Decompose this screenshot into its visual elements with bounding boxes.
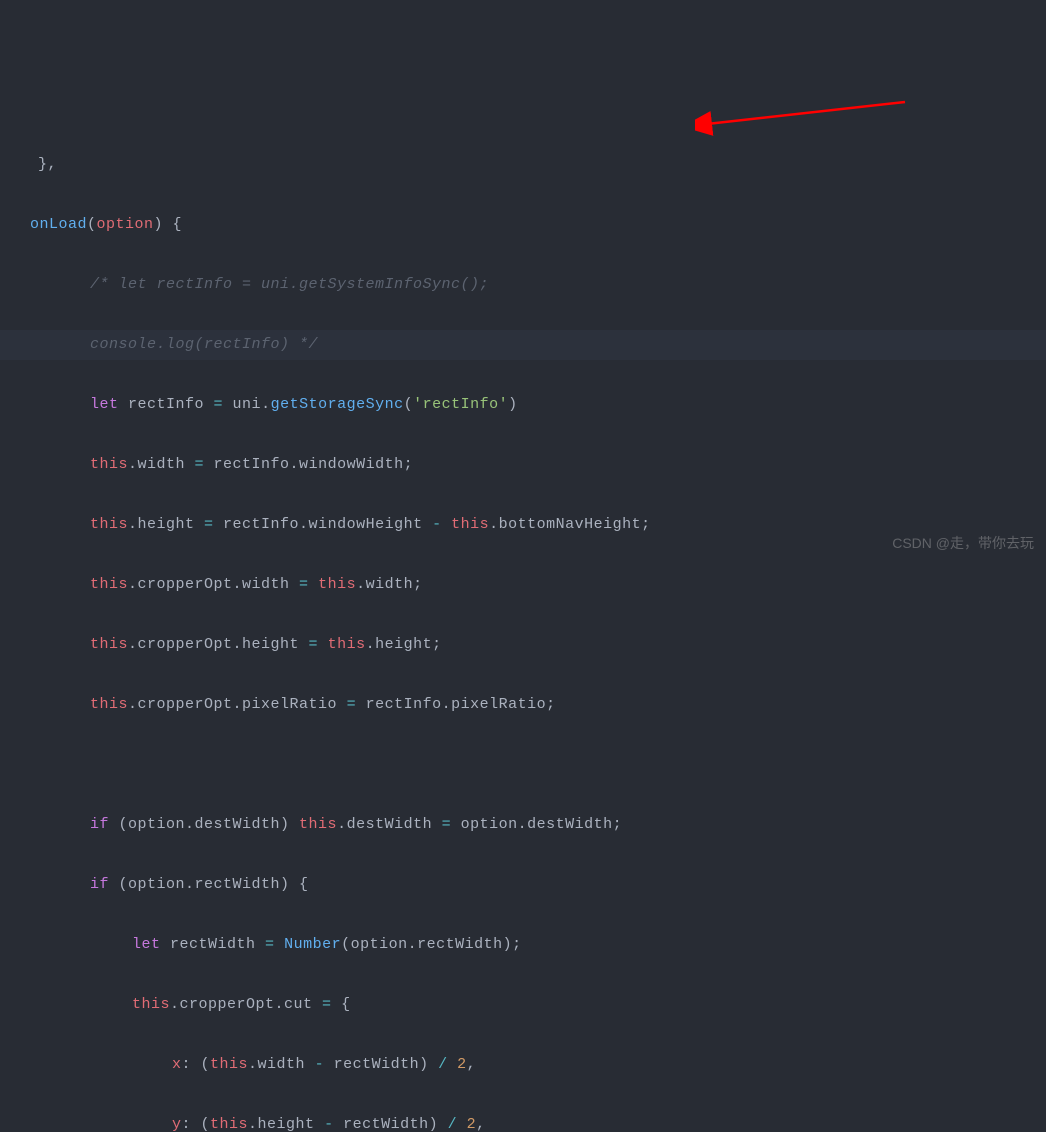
code-line-highlighted: console.log(rectInfo) */ [0, 330, 1046, 360]
code-line: this.cropperOpt.pixelRatio = rectInfo.pi… [0, 690, 1046, 720]
code-line: /* let rectInfo = uni.getSystemInfoSync(… [0, 270, 1046, 300]
code-line: if (option.destWidth) this.destWidth = o… [0, 810, 1046, 840]
code-line: this.width = rectInfo.windowWidth; [0, 450, 1046, 480]
watermark-text: CSDN @走，带你去玩 [892, 528, 1034, 558]
code-line: this.height = rectInfo.windowHeight - th… [0, 510, 1046, 540]
comment: console.log(rectInfo) */ [90, 336, 318, 353]
code-line: this.cropperOpt.width = this.width; [0, 570, 1046, 600]
code-editor[interactable]: }, onLoad(option) { /* let rectInfo = un… [0, 120, 1046, 1132]
code-line: this.cropperOpt.cut = { [0, 990, 1046, 1020]
code-line-blank [0, 750, 1046, 780]
code-line: this.cropperOpt.height = this.height; [0, 630, 1046, 660]
code-line: let rectWidth = Number(option.rectWidth)… [0, 930, 1046, 960]
code-line: y: (this.height - rectWidth) / 2, [0, 1110, 1046, 1132]
code-line: onLoad(option) { [0, 210, 1046, 240]
code-line: let rectInfo = uni.getStorageSync('rectI… [0, 390, 1046, 420]
method-name: onLoad [30, 216, 87, 233]
code-line: }, [0, 150, 1046, 180]
code-line: if (option.rectWidth) { [0, 870, 1046, 900]
code-text: }, [0, 156, 57, 173]
comment: /* let rectInfo = uni.getSystemInfoSync(… [90, 276, 489, 293]
code-line: x: (this.width - rectWidth) / 2, [0, 1050, 1046, 1080]
